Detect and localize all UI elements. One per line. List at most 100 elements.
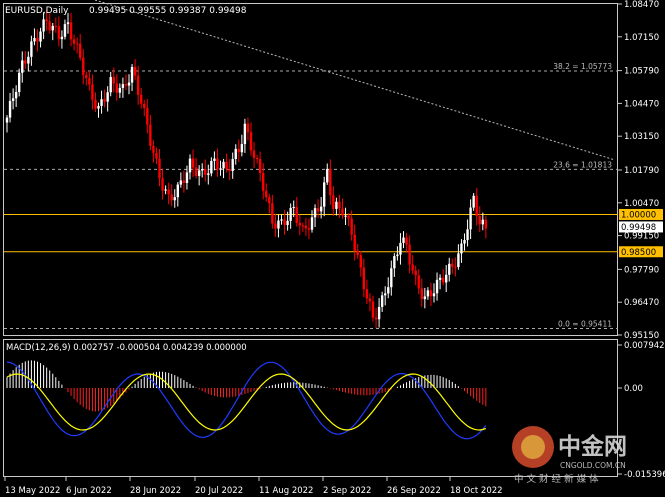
fib-level-label: 23.6 = 1.01813 xyxy=(553,160,612,169)
candle-body xyxy=(380,295,384,307)
candle-body xyxy=(423,296,427,300)
price-tick-label: 0.96470 xyxy=(624,298,659,308)
fib-level-label: 0.0 = 0.95411 xyxy=(558,320,612,329)
price-tick-label: 1.07150 xyxy=(624,33,659,43)
candle-body xyxy=(396,254,399,257)
candle-body xyxy=(417,275,420,289)
candle-body xyxy=(454,266,457,268)
price-tick-label: 0.95150 xyxy=(624,331,659,341)
candle-body xyxy=(319,206,323,212)
candle-body xyxy=(164,189,167,191)
candle-body xyxy=(432,293,436,297)
candle-body xyxy=(14,92,18,99)
symbol-label: EURUSD,Daily xyxy=(5,6,69,16)
candle-body xyxy=(457,253,460,268)
candle-body xyxy=(191,158,195,168)
candle-body xyxy=(82,57,85,75)
candle-body xyxy=(411,264,414,271)
macd-tick-label: 0.00 xyxy=(624,384,643,394)
candle-body xyxy=(356,250,359,256)
candle-body xyxy=(228,168,231,171)
candle-body xyxy=(478,216,481,225)
candle-body xyxy=(466,229,469,240)
candle-body xyxy=(286,220,289,225)
candle-body xyxy=(112,76,115,84)
candle-body xyxy=(149,124,152,147)
candle-body xyxy=(51,25,54,31)
candle-body xyxy=(185,172,189,184)
candle-body xyxy=(384,293,387,296)
candle-body xyxy=(347,215,350,219)
candle-body xyxy=(152,146,155,153)
candle-body xyxy=(460,243,463,254)
candle-body xyxy=(441,277,445,283)
candle-body xyxy=(127,82,131,86)
candle-body xyxy=(265,190,268,198)
candle-body xyxy=(57,26,61,40)
candle-body xyxy=(121,84,125,88)
trading-chart[interactable]: 1.08470 1.07150 1.05790 1.04470 1.03150 1.017… xyxy=(0,0,665,497)
candle-body xyxy=(36,38,39,42)
candle-body xyxy=(313,208,317,218)
candle-body xyxy=(329,168,332,196)
candle-body xyxy=(277,220,280,229)
price-tick-label: 0.99150 xyxy=(624,232,659,242)
candle-body xyxy=(188,158,192,173)
candle-body xyxy=(451,263,454,267)
date-tick-label: 26 Sep 2022 xyxy=(387,486,441,496)
candle-body xyxy=(234,148,237,159)
price-tick-label: 1.03150 xyxy=(624,132,659,142)
price-tick-label: 1.05790 xyxy=(624,67,659,77)
candle-body xyxy=(219,168,222,170)
candle-body xyxy=(249,132,253,151)
candle-body xyxy=(414,270,417,276)
candle-body xyxy=(255,157,259,160)
candle-body xyxy=(100,99,103,106)
candle-body xyxy=(353,234,356,251)
candle-body xyxy=(252,150,256,158)
candle-body xyxy=(310,217,314,230)
ohlc-label: 0.99495 0.99555 0.99387 0.99498 xyxy=(89,6,247,16)
watermark-tagline: 中 文 财 经 新 媒 体 xyxy=(514,473,599,485)
candle-body xyxy=(63,24,67,37)
candle-body xyxy=(60,36,64,40)
candle-body xyxy=(75,43,79,45)
candle-body xyxy=(405,237,408,245)
candle-body xyxy=(69,22,73,40)
candle-body xyxy=(429,290,433,297)
candle-body xyxy=(143,103,146,108)
candle-body xyxy=(295,206,298,223)
candle-body xyxy=(45,19,48,22)
price-tag-label: 0.98500 xyxy=(621,248,656,258)
candle-body xyxy=(201,169,204,171)
candle-body xyxy=(469,207,472,230)
candle-body xyxy=(268,197,271,204)
candle-body xyxy=(27,56,30,64)
candle-body xyxy=(85,74,88,79)
candle-body xyxy=(136,75,140,95)
candle-body xyxy=(124,84,128,86)
watermark-domain: CNGOLD.COM.CN xyxy=(560,461,626,470)
price-tag-label: 0.99498 xyxy=(621,223,656,233)
candle-body xyxy=(167,189,170,195)
candle-body xyxy=(24,60,27,64)
candle-body xyxy=(292,206,295,208)
date-tick-label: 2 Sep 2022 xyxy=(323,486,371,496)
candle-body xyxy=(350,218,353,235)
price-tick-label: 0.97790 xyxy=(624,265,659,275)
candle-body xyxy=(283,219,286,225)
candle-body xyxy=(54,25,57,27)
candle-body xyxy=(222,161,225,169)
candle-body xyxy=(435,279,439,294)
brand-logo-inner-icon xyxy=(521,435,545,459)
watermark-brand: 中金网 xyxy=(558,433,627,460)
candle-body xyxy=(72,39,76,44)
candle-body xyxy=(359,255,362,268)
candle-body xyxy=(237,148,240,153)
candle-body xyxy=(365,289,369,299)
macd-tick-label: 0.007942 xyxy=(624,341,665,351)
candle-body xyxy=(371,301,375,318)
candle-body xyxy=(335,201,338,209)
candle-body xyxy=(484,219,488,229)
candle-body xyxy=(377,306,381,320)
